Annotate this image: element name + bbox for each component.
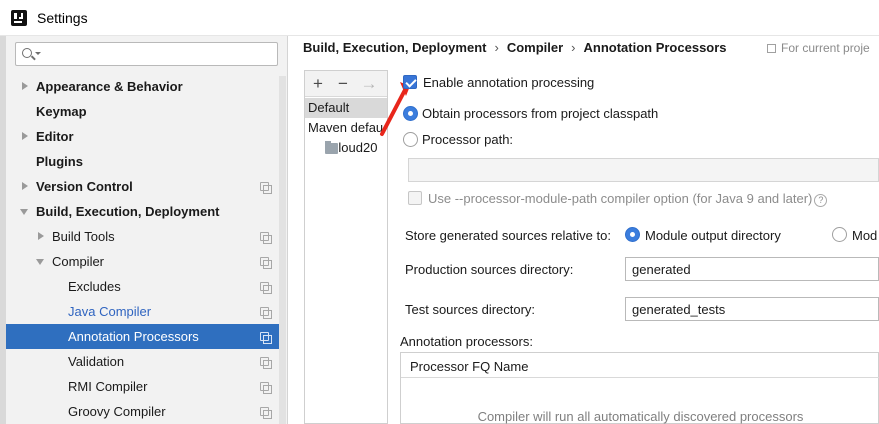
intellij-app-icon bbox=[11, 10, 27, 26]
sidebar-item-label: Plugins bbox=[36, 154, 83, 169]
processor-path-field[interactable] bbox=[408, 158, 879, 182]
project-scope-icon bbox=[260, 307, 272, 319]
sidebar-item-compiler[interactable]: Compiler bbox=[6, 249, 286, 274]
project-scope-icon bbox=[260, 382, 272, 394]
enable-annotation-processing-label: Enable annotation processing bbox=[423, 75, 595, 90]
remove-profile-button[interactable]: − bbox=[332, 73, 354, 95]
sidebar-item-build-tools[interactable]: Build Tools bbox=[6, 224, 286, 249]
module-content-root-radio[interactable] bbox=[832, 227, 847, 242]
sidebar-item-groovy-compiler[interactable]: Groovy Compiler bbox=[6, 399, 286, 424]
expand-arrow-icon[interactable] bbox=[22, 132, 28, 140]
profile-item-default[interactable]: Default bbox=[305, 98, 387, 118]
sidebar-item-rmi-compiler[interactable]: RMI Compiler bbox=[6, 374, 286, 399]
sidebar-item-label: Editor bbox=[36, 129, 74, 144]
sidebar-item-build-execution-deployment[interactable]: Build, Execution, Deployment bbox=[6, 199, 286, 224]
enable-annotation-processing-checkbox[interactable] bbox=[403, 75, 417, 89]
annotation-processors-table[interactable]: Processor FQ Name Compiler will run all … bbox=[400, 352, 879, 424]
sidebar-item-editor[interactable]: Editor bbox=[6, 124, 286, 149]
sidebar-item-label: Build Tools bbox=[52, 229, 115, 244]
processor-module-path-text: Use --processor-module-path compiler opt… bbox=[428, 191, 813, 206]
obtain-from-classpath-label: Obtain processors from project classpath bbox=[422, 106, 659, 121]
project-scope-icon bbox=[260, 357, 272, 369]
settings-search[interactable] bbox=[15, 42, 278, 66]
table-header[interactable]: Processor FQ Name bbox=[401, 353, 879, 378]
processor-path-label: Processor path: bbox=[422, 132, 514, 147]
test-sources-field[interactable] bbox=[625, 297, 879, 321]
processor-fq-name-column[interactable]: Processor FQ Name bbox=[410, 359, 528, 374]
expand-arrow-icon[interactable] bbox=[22, 82, 28, 90]
module-output-directory-radio[interactable] bbox=[625, 227, 640, 242]
breadcrumb-item: Compiler bbox=[506, 40, 564, 55]
sidebar-item-keymap[interactable]: Keymap bbox=[6, 99, 286, 124]
project-scope-icon bbox=[260, 407, 272, 419]
expand-arrow-icon[interactable] bbox=[22, 182, 28, 190]
sidebar-item-label: Annotation Processors bbox=[68, 329, 199, 344]
expand-arrow-icon[interactable] bbox=[38, 232, 44, 240]
profiles-toolbar: + − → bbox=[305, 71, 387, 97]
search-input[interactable] bbox=[42, 45, 272, 63]
project-scope-icon bbox=[260, 257, 272, 269]
processor-module-path-checkbox[interactable] bbox=[408, 191, 422, 205]
collapse-arrow-icon[interactable] bbox=[20, 209, 28, 215]
sidebar-item-excludes[interactable]: Excludes bbox=[6, 274, 286, 299]
sidebar-item-label: Groovy Compiler bbox=[68, 404, 166, 419]
sidebar-item-version-control[interactable]: Version Control bbox=[6, 174, 286, 199]
sidebar-item-label: Appearance & Behavior bbox=[36, 79, 183, 94]
sidebar-item-label: Excludes bbox=[68, 279, 121, 294]
obtain-from-classpath-radio[interactable] bbox=[403, 106, 418, 121]
profile-item-maven-default[interactable]: Maven defau bbox=[305, 118, 387, 138]
help-icon[interactable]: ? bbox=[814, 194, 828, 207]
breadcrumb-separator: › bbox=[571, 40, 576, 55]
sidebar-item-label: Compiler bbox=[52, 254, 105, 269]
table-empty-text: Compiler will run all automatically disc… bbox=[477, 409, 804, 424]
test-sources-label: Test sources directory: bbox=[405, 302, 536, 317]
sidebar-item-label: Java Compiler bbox=[68, 304, 152, 319]
profile-module-item[interactable]: Cloud20 bbox=[305, 138, 387, 158]
sidebar-item-label: Validation bbox=[68, 354, 125, 369]
sidebar-item-label: Keymap bbox=[36, 104, 87, 119]
project-scope-icon bbox=[767, 44, 776, 53]
breadcrumb-item: Build, Execution, Deployment bbox=[303, 40, 487, 55]
production-sources-label: Production sources directory: bbox=[405, 262, 574, 277]
project-scope-icon bbox=[260, 332, 272, 344]
store-relative-label: Store generated sources relative to: bbox=[405, 228, 611, 243]
processor-path-radio[interactable] bbox=[403, 132, 418, 147]
sidebar-item-annotation-processors[interactable]: Annotation Processors bbox=[6, 324, 286, 349]
processor-path-input[interactable] bbox=[415, 162, 861, 178]
settings-sidebar: Appearance & Behavior Keymap Editor Plug… bbox=[6, 36, 288, 424]
collapse-arrow-icon[interactable] bbox=[36, 259, 44, 265]
sidebar-item-validation[interactable]: Validation bbox=[6, 349, 286, 374]
search-history-chevron-icon[interactable] bbox=[35, 52, 41, 55]
project-scope-icon bbox=[260, 182, 272, 194]
sidebar-item-label: Build, Execution, Deployment bbox=[36, 204, 220, 219]
project-scope-icon bbox=[260, 232, 272, 244]
scope-note-text: For current proje bbox=[781, 41, 870, 55]
production-sources-field[interactable] bbox=[625, 257, 879, 281]
sidebar-item-java-compiler[interactable]: Java Compiler bbox=[6, 299, 286, 324]
breadcrumb-item: Annotation Processors bbox=[583, 40, 727, 55]
annotation-processors-label: Annotation processors: bbox=[400, 334, 533, 349]
sidebar-item-label: Version Control bbox=[36, 179, 133, 194]
breadcrumb-separator: › bbox=[494, 40, 499, 55]
test-sources-input[interactable] bbox=[632, 301, 872, 317]
window-title: Settings bbox=[37, 10, 88, 26]
sidebar-item-appearance-behavior[interactable]: Appearance & Behavior bbox=[6, 74, 286, 99]
title-bar: Settings bbox=[0, 0, 879, 36]
search-icon bbox=[22, 48, 32, 58]
breadcrumb: Build, Execution, Deployment › Compiler › An… bbox=[303, 40, 727, 58]
add-profile-button[interactable]: + bbox=[307, 73, 329, 95]
module-folder-icon bbox=[325, 141, 338, 154]
sidebar-scrollbar[interactable] bbox=[279, 76, 286, 424]
module-output-directory-label: Module output directory bbox=[645, 228, 781, 243]
scope-note: For current proje bbox=[767, 41, 870, 55]
sidebar-item-label: RMI Compiler bbox=[68, 379, 148, 394]
project-scope-icon bbox=[260, 282, 272, 294]
processor-module-path-label: Use --processor-module-path compiler opt… bbox=[428, 191, 828, 207]
module-content-root-label: Mod bbox=[852, 228, 878, 243]
production-sources-input[interactable] bbox=[632, 261, 872, 277]
sidebar-item-plugins[interactable]: Plugins bbox=[6, 149, 286, 174]
